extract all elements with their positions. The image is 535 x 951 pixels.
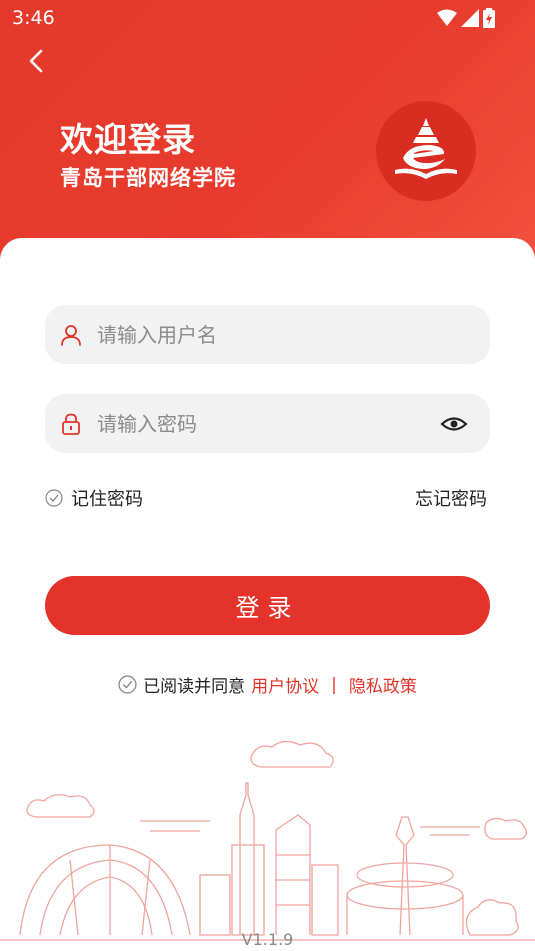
agreement-row: 已阅读并同意 用户协议 | 隐私政策 [0, 672, 535, 697]
page-title: 欢迎登录 [60, 120, 196, 159]
user-icon [59, 323, 83, 347]
status-time: 3:46 [12, 7, 55, 29]
agreement-separator: | [331, 674, 337, 695]
password-input[interactable] [95, 410, 419, 437]
check-circle-icon [45, 489, 63, 507]
agreement-prefix: 已阅读并同意 [143, 677, 246, 697]
eye-icon[interactable] [440, 410, 468, 438]
remember-password-checkbox[interactable]: 记住密码 [45, 485, 143, 511]
app-version: V1.1.9 [241, 930, 294, 949]
status-bar: 3:46 [0, 0, 535, 36]
academy-logo-icon [376, 101, 476, 201]
back-button[interactable] [20, 45, 52, 77]
wifi-icon [437, 9, 457, 26]
username-input[interactable] [95, 321, 419, 348]
status-icons [437, 8, 495, 28]
username-field[interactable] [45, 305, 490, 364]
login-button[interactable]: 登录 [45, 576, 490, 635]
agreement-check-icon[interactable] [118, 675, 137, 694]
signal-icon [461, 9, 479, 27]
remember-password-label: 记住密码 [71, 489, 143, 510]
user-agreement-link[interactable]: 用户协议 [251, 672, 319, 697]
academy-name: 青岛干部网络学院 [60, 166, 236, 190]
chevron-left-icon [29, 49, 43, 73]
city-skyline-illustration [0, 740, 535, 941]
privacy-policy-link[interactable]: 隐私政策 [349, 672, 417, 697]
lock-icon [59, 412, 83, 436]
password-field[interactable] [45, 394, 490, 453]
forgot-password-link[interactable]: 忘记密码 [415, 485, 487, 511]
battery-icon [483, 8, 495, 28]
